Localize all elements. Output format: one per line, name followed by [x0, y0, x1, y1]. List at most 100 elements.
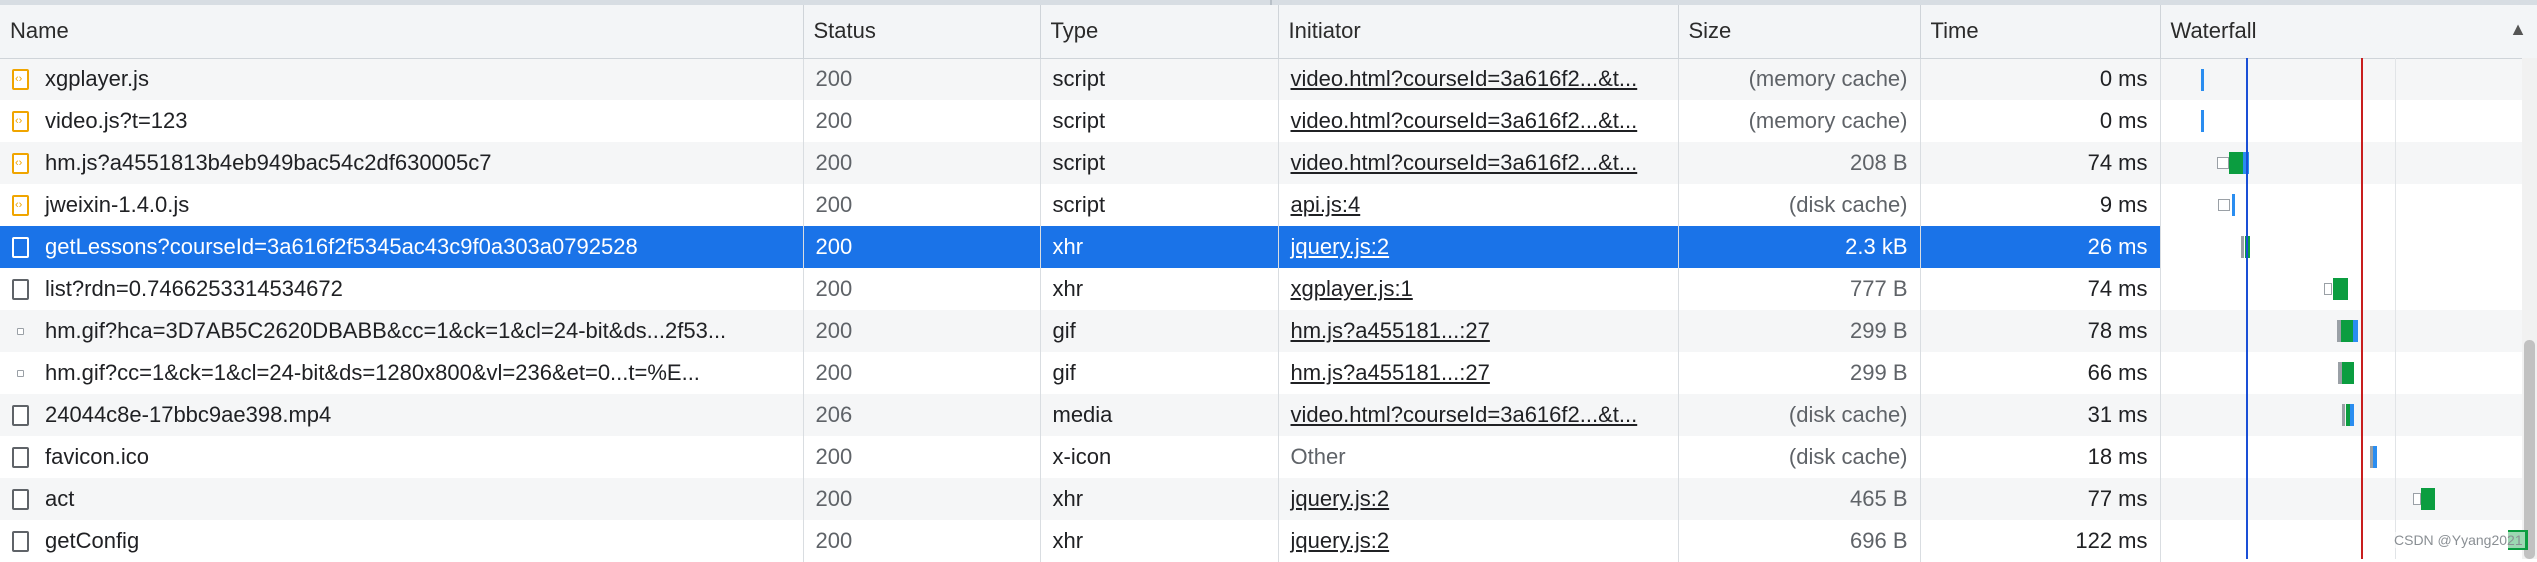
waterfall-grid-line — [2395, 58, 2396, 559]
waterfall-cell — [2160, 226, 2537, 268]
script-file-icon — [12, 68, 29, 90]
request-type: xhr — [1040, 226, 1279, 268]
request-status: 200 — [803, 58, 1041, 100]
waterfall-queue-bar — [2240, 236, 2244, 258]
column-header-status[interactable]: Status — [803, 5, 1041, 59]
request-name: getLessons?courseId=3a616f2f5345ac43c9f0… — [45, 234, 638, 259]
request-type: script — [1040, 184, 1279, 226]
request-size: (disk cache) — [1678, 394, 1921, 436]
request-status: 206 — [803, 394, 1041, 436]
media-icon — [12, 404, 29, 426]
request-row-selected[interactable]: getLessons?courseId=3a616f2f5345ac43c9f0… — [0, 226, 2537, 268]
request-row[interactable]: xgplayer.js 200 script video.html?course… — [0, 58, 2537, 100]
request-status: 200 — [803, 268, 1041, 310]
waterfall-download-bar — [2349, 404, 2354, 426]
document-icon — [12, 488, 29, 510]
initiator-link[interactable]: xgplayer.js:1 — [1291, 276, 1413, 301]
column-header-time[interactable]: Time — [1920, 5, 2161, 59]
initiator-link[interactable]: hm.js?a455181...:27 — [1291, 360, 1490, 385]
waterfall-queue-bar — [2217, 199, 2230, 211]
request-size: 2.3 kB — [1678, 226, 1921, 268]
request-row[interactable]: 24044c8e-17bbc9ae398.mp4 206 media video… — [0, 394, 2537, 436]
load-event-line — [2361, 58, 2363, 559]
request-type: media — [1040, 394, 1279, 436]
request-row[interactable]: getConfig 200 xhr jquery.js:2 696 B 122 … — [0, 520, 2537, 562]
document-icon — [12, 236, 29, 258]
request-type: xhr — [1040, 520, 1279, 562]
request-size: 299 B — [1678, 352, 1921, 394]
script-file-icon — [12, 152, 29, 174]
waterfall-cell — [2160, 100, 2537, 142]
dom-content-loaded-line — [2246, 58, 2248, 559]
waterfall-queue-bar — [2341, 404, 2345, 426]
waterfall-queue-bar — [2412, 493, 2421, 505]
request-name: hm.js?a4551813b4eb949bac54c2df630005c7 — [45, 150, 492, 175]
request-size: (memory cache) — [1678, 100, 1921, 142]
initiator-link[interactable]: api.js:4 — [1291, 192, 1361, 217]
sort-ascending-icon[interactable]: ▲ — [2509, 19, 2527, 40]
request-time: 74 ms — [1920, 142, 2161, 184]
request-type: x-icon — [1040, 436, 1279, 478]
request-row[interactable]: act 200 xhr jquery.js:2 465 B 77 ms — [0, 478, 2537, 520]
initiator-link[interactable]: jquery.js:2 — [1291, 486, 1390, 511]
column-header-name[interactable]: Name — [0, 5, 804, 59]
request-name: 24044c8e-17bbc9ae398.mp4 — [45, 402, 332, 427]
request-type: script — [1040, 142, 1279, 184]
request-row[interactable]: hm.gif?hca=3D7AB5C2620DBABB&cc=1&ck=1&cl… — [0, 310, 2537, 352]
request-status: 200 — [803, 184, 1041, 226]
request-status: 200 — [803, 520, 1041, 562]
request-name: favicon.ico — [45, 444, 149, 469]
request-time: 0 ms — [1920, 100, 2161, 142]
table-header-row: Name Status Type Initiator Size Time Wat… — [0, 5, 2537, 59]
request-type: xhr — [1040, 268, 1279, 310]
request-status: 200 — [803, 310, 1041, 352]
column-header-waterfall-label: Waterfall — [2170, 18, 2257, 44]
waterfall-bar — [2420, 488, 2435, 510]
waterfall-bar — [2228, 152, 2243, 174]
request-size: 465 B — [1678, 478, 1921, 520]
waterfall-bar — [2200, 110, 2204, 132]
waterfall-download-bar — [2352, 320, 2358, 342]
initiator-link[interactable]: video.html?courseId=3a616f2...&t... — [1291, 402, 1638, 427]
request-row[interactable]: hm.js?a4551813b4eb949bac54c2df630005c7 2… — [0, 142, 2537, 184]
request-type: xhr — [1040, 478, 1279, 520]
column-header-initiator[interactable]: Initiator — [1278, 5, 1679, 59]
initiator-link[interactable]: video.html?courseId=3a616f2...&t... — [1291, 108, 1638, 133]
waterfall-cell — [2160, 310, 2537, 352]
request-time: 18 ms — [1920, 436, 2161, 478]
initiator-link[interactable]: hm.js?a455181...:27 — [1291, 318, 1490, 343]
request-time: 26 ms — [1920, 226, 2161, 268]
request-size: 696 B — [1678, 520, 1921, 562]
request-time: 66 ms — [1920, 352, 2161, 394]
request-time: 78 ms — [1920, 310, 2161, 352]
column-header-size[interactable]: Size — [1678, 5, 1921, 59]
waterfall-cell — [2160, 478, 2537, 520]
request-name: jweixin-1.4.0.js — [45, 192, 190, 217]
scrollbar-thumb[interactable] — [2524, 340, 2535, 559]
column-header-type[interactable]: Type — [1040, 5, 1279, 59]
request-row[interactable]: hm.gif?cc=1&ck=1&cl=24-bit&ds=1280x800&v… — [0, 352, 2537, 394]
request-row[interactable]: jweixin-1.4.0.js 200 script api.js:4 (di… — [0, 184, 2537, 226]
waterfall-queue-bar — [2216, 157, 2229, 169]
waterfall-bar — [2200, 68, 2204, 91]
request-status: 200 — [803, 226, 1041, 268]
request-status: 200 — [803, 478, 1041, 520]
column-header-waterfall[interactable]: Waterfall ▲ — [2160, 5, 2537, 59]
request-type: gif — [1040, 310, 1279, 352]
request-type: script — [1040, 100, 1279, 142]
request-name: act — [45, 486, 75, 511]
request-name: list?rdn=0.7466253314534672 — [45, 276, 343, 301]
initiator-link[interactable]: video.html?courseId=3a616f2...&t... — [1291, 150, 1638, 175]
initiator-link[interactable]: jquery.js:2 — [1291, 234, 1390, 259]
request-time: 31 ms — [1920, 394, 2161, 436]
initiator-link[interactable]: video.html?courseId=3a616f2...&t... — [1291, 66, 1638, 91]
request-row[interactable]: favicon.ico 200 x-icon Other (disk cache… — [0, 436, 2537, 478]
waterfall-bar — [2231, 194, 2235, 216]
request-row[interactable]: video.js?t=123 200 script video.html?cou… — [0, 100, 2537, 142]
initiator-link[interactable]: jquery.js:2 — [1291, 528, 1390, 553]
request-time: 74 ms — [1920, 268, 2161, 310]
request-row[interactable]: list?rdn=0.7466253314534672 200 xhr xgpl… — [0, 268, 2537, 310]
request-size: (disk cache) — [1678, 436, 1921, 478]
request-name: hm.gif?hca=3D7AB5C2620DBABB&cc=1&ck=1&cl… — [45, 318, 727, 343]
waterfall-cell — [2160, 268, 2537, 310]
